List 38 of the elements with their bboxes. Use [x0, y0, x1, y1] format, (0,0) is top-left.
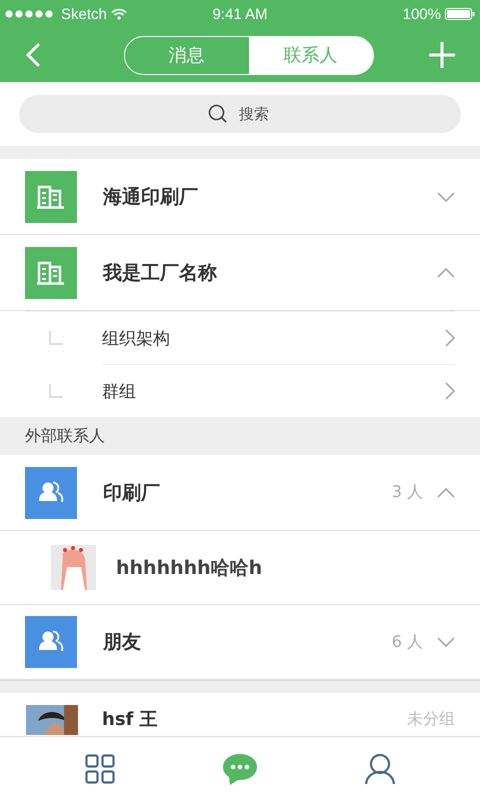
chat-icon[interactable] — [222, 752, 258, 784]
people-icon — [25, 616, 77, 668]
building-icon — [25, 246, 77, 298]
group-name: 朋友 — [103, 630, 142, 655]
building-icon — [25, 170, 77, 222]
people-icon — [25, 466, 77, 518]
sub-item[interactable]: 组织架构 — [25, 311, 455, 364]
company-row[interactable]: 海通印刷厂 — [0, 159, 480, 235]
profile-icon[interactable] — [364, 752, 396, 784]
contact-group-row[interactable]: 朋友 6 人 — [0, 604, 480, 680]
group-name: 印刷厂 — [103, 480, 161, 506]
battery-icon — [444, 8, 475, 20]
company-name: 海通印刷厂 — [103, 184, 199, 210]
member-row[interactable]: hhhhhhh哈哈h — [0, 531, 455, 604]
chevron-right-icon — [445, 329, 455, 347]
company-row[interactable]: 我是工厂名称 — [0, 235, 480, 311]
sub-item-label: 组织架构 — [102, 328, 171, 350]
tree-branch-icon — [49, 384, 63, 398]
search-field[interactable]: 搜索 — [19, 95, 461, 133]
chevron-right-icon — [445, 382, 455, 400]
contact-group-label: 未分组 — [407, 709, 455, 730]
member-count: 6 人 — [392, 632, 423, 652]
wifi-icon — [110, 8, 127, 20]
contact-group-row[interactable]: 印刷厂 3 人 — [0, 455, 480, 531]
battery-percent: 100% — [402, 6, 441, 22]
add-icon[interactable] — [429, 42, 455, 68]
status-time: 9:41 AM — [212, 6, 268, 22]
back-icon[interactable] — [26, 43, 40, 67]
sub-item-label: 群组 — [102, 380, 137, 402]
member-count: 3 人 — [392, 482, 423, 503]
company-name: 我是工厂名称 — [103, 260, 218, 286]
carrier-name: Sketch — [61, 6, 107, 22]
contact-name: hsf 王 — [102, 708, 159, 731]
section-header: 外部联系人 — [0, 417, 480, 455]
tree-branch-icon — [49, 331, 63, 345]
search-icon — [208, 104, 228, 124]
grid-icon[interactable] — [85, 754, 115, 784]
member-name: hhhhhhh哈哈h — [116, 556, 262, 580]
